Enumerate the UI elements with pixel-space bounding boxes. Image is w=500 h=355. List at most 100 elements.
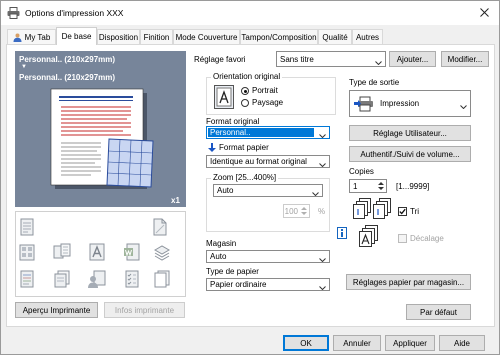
add-favorite-button[interactable]: Ajouter... xyxy=(389,51,436,67)
folded-page-icon xyxy=(150,217,170,237)
zoom-mode-value: Auto xyxy=(217,186,234,195)
tab-label: Autres xyxy=(355,32,380,42)
offset-checkbox[interactable] xyxy=(398,234,407,243)
page-stack-icon xyxy=(52,269,72,289)
tray-select[interactable]: Auto xyxy=(206,250,330,263)
copies-label: Copies xyxy=(349,167,374,176)
tab-autres[interactable]: Autres xyxy=(352,29,383,44)
paper-type-label: Type de papier xyxy=(206,267,259,276)
collate-icon xyxy=(353,198,393,222)
color-document-icon xyxy=(17,269,37,289)
portrait-page-icon xyxy=(214,85,234,109)
info-icon xyxy=(337,227,347,239)
chevron-down-icon xyxy=(319,283,326,291)
tab-de-base[interactable]: De base xyxy=(56,27,97,45)
checklist-page-icon xyxy=(122,269,142,289)
favorite-value: Sans titre xyxy=(280,54,314,64)
paper-type-select[interactable]: Papier ordinaire xyxy=(206,278,330,291)
copies-value: 1 xyxy=(353,181,358,191)
print-options-dialog: Options d'impression XXX My Tab De base … xyxy=(0,0,500,355)
offset-stack-icon xyxy=(358,225,380,247)
ok-button[interactable]: OK xyxy=(283,335,329,351)
original-size-select[interactable]: Personnal.. xyxy=(206,126,330,139)
copies-stepper[interactable]: 1 xyxy=(349,179,387,193)
collate-checkbox[interactable] xyxy=(398,207,407,216)
zoom-group-title: Zoom [25...400%] xyxy=(211,173,279,182)
tab-finition[interactable]: Finition xyxy=(140,29,173,44)
printer-info-button[interactable]: Infos imprimante xyxy=(104,302,185,318)
collate-label: Tri xyxy=(410,207,420,216)
tab-my-tab[interactable]: My Tab xyxy=(7,29,56,44)
page-preview: Personnal.. (210x297mm) ▼ Personnal.. (2… xyxy=(15,51,186,207)
spinner-arrows-icon xyxy=(377,181,385,191)
tab-tampon-composition[interactable]: Tampon/Composition xyxy=(240,29,318,44)
copies-range: [1...9999] xyxy=(396,182,430,191)
help-button[interactable]: Aide xyxy=(439,335,485,351)
original-size-value: Personnal.. xyxy=(208,128,314,137)
tab-label: Disposition xyxy=(98,32,139,42)
paper-size-label: Format papier xyxy=(219,143,269,152)
document-icon xyxy=(17,217,37,237)
two-pages-icon xyxy=(52,242,72,262)
portrait-label: Portrait xyxy=(252,86,278,95)
preview-arrow: ▼ xyxy=(21,64,27,70)
paper-size-select[interactable]: Identique au format original xyxy=(206,155,330,168)
offset-label: Décalage xyxy=(410,234,444,243)
landscape-label: Paysage xyxy=(252,98,284,107)
output-type-select[interactable]: Impression xyxy=(349,90,471,117)
preview-copies-badge: x1 xyxy=(171,196,180,205)
chevron-down-icon xyxy=(375,58,382,66)
preview-page-illustration xyxy=(47,87,155,193)
preview-output-size: Personnal.. (210x297mm) xyxy=(19,73,116,82)
word-document-icon xyxy=(122,242,142,262)
printer-icon xyxy=(7,7,20,19)
tab-disposition[interactable]: Disposition xyxy=(97,29,140,44)
landscape-radio[interactable] xyxy=(241,99,249,107)
window-title: Options d'impression XXX xyxy=(25,8,124,18)
page-grid-icon xyxy=(17,242,37,262)
tab-qualite[interactable]: Qualité xyxy=(318,29,352,44)
orientation-group-title: Orientation original xyxy=(211,72,283,81)
close-button[interactable] xyxy=(471,3,497,23)
my-tab-icon xyxy=(13,33,22,42)
tray-label: Magasin xyxy=(206,239,237,248)
chevron-down-icon xyxy=(319,255,326,263)
title-bar: Options d'impression XXX xyxy=(1,1,499,25)
arrow-down-icon xyxy=(208,143,216,152)
user-settings-button[interactable]: Réglage Utilisateur... xyxy=(349,125,471,141)
zoom-mode-select[interactable]: Auto xyxy=(213,184,323,197)
portrait-radio[interactable] xyxy=(241,87,249,95)
chevron-down-icon xyxy=(312,189,319,197)
chevron-down-icon xyxy=(319,131,326,139)
chevron-down-icon xyxy=(319,160,326,168)
tab-label: Qualité xyxy=(322,32,348,42)
paper-size-value: Identique au format original xyxy=(210,157,307,166)
tab-mode-couverture[interactable]: Mode Couverture xyxy=(173,29,240,44)
restore-defaults-button[interactable]: Par défaut xyxy=(406,304,471,320)
spinner-arrows-icon xyxy=(300,206,308,216)
printer-view-button[interactable]: Aperçu Imprimante xyxy=(15,302,98,318)
paper-per-tray-button[interactable]: Réglages papier par magasin... xyxy=(346,274,471,290)
tray-value: Auto xyxy=(210,252,227,261)
tab-label: De base xyxy=(61,32,92,41)
authentication-volume-button[interactable]: Authentif./Suivi de volume... xyxy=(349,146,471,162)
tab-label: Mode Couverture xyxy=(175,32,238,42)
original-size-label: Format original xyxy=(206,117,260,126)
letter-page-icon xyxy=(87,242,107,262)
zoom-percent-value: 100 xyxy=(284,206,298,216)
preview-original-size: Personnal.. (210x297mm) xyxy=(19,55,116,64)
zoom-percent-stepper[interactable]: 100 xyxy=(283,204,310,218)
favorite-label: Réglage favori xyxy=(194,55,246,64)
close-icon xyxy=(479,7,489,19)
stacked-sheets-icon xyxy=(152,242,172,262)
chevron-down-icon xyxy=(460,102,467,110)
tab-label: My Tab xyxy=(24,32,51,42)
edit-favorite-button[interactable]: Modifier... xyxy=(441,51,489,67)
apply-button[interactable]: Appliquer xyxy=(385,335,435,351)
output-type-label: Type de sortie xyxy=(349,78,400,87)
tab-label: Finition xyxy=(143,32,170,42)
favorite-select[interactable]: Sans titre xyxy=(276,51,386,67)
function-icon-panel xyxy=(15,211,186,297)
tab-label: Tampon/Composition xyxy=(241,32,317,42)
cancel-button[interactable]: Annuler xyxy=(333,335,381,351)
